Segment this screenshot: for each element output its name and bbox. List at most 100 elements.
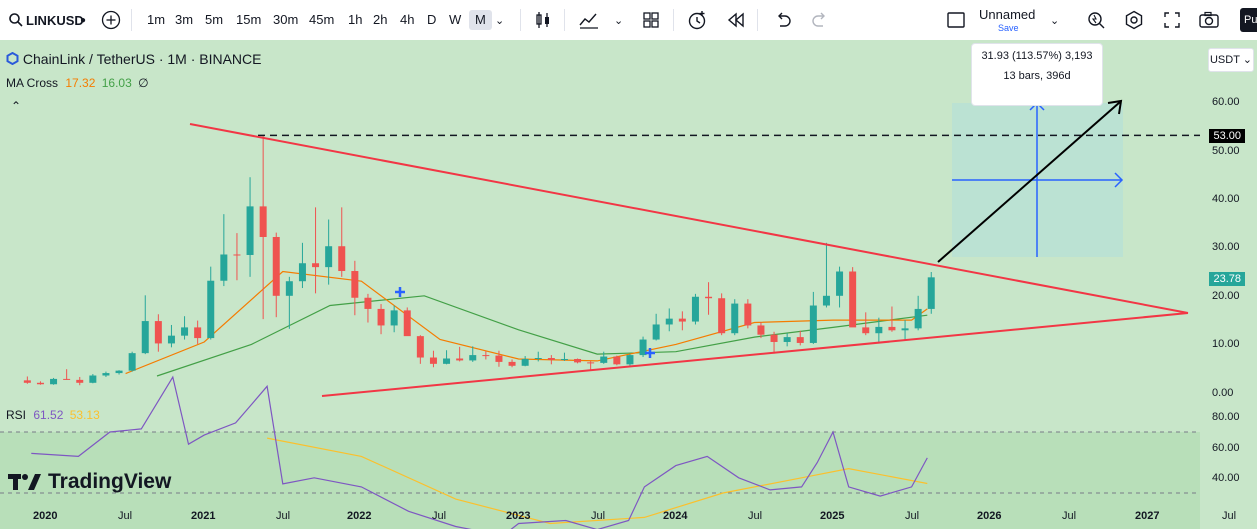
candle-body: [626, 355, 634, 365]
candle-body: [36, 382, 44, 385]
candle-body: [246, 206, 254, 255]
currency-selector[interactable]: USDT ⌄: [1208, 48, 1254, 72]
price-tick: 50.00: [1212, 145, 1240, 157]
time-label: 2025: [820, 510, 845, 522]
search-icon[interactable]: [4, 8, 28, 32]
interval-3m[interactable]: 3m: [172, 10, 196, 30]
indicators-icon[interactable]: [577, 8, 601, 32]
candle-body: [508, 361, 516, 366]
interval-m[interactable]: M: [469, 10, 492, 30]
time-label: Jul: [1062, 510, 1077, 522]
symbol-menu-icon[interactable]: ●: [80, 0, 86, 40]
undo-icon[interactable]: [771, 8, 795, 32]
candle-body: [312, 263, 320, 268]
interval-w[interactable]: W: [446, 10, 464, 30]
interval-1h[interactable]: 1h: [345, 10, 365, 30]
price-tick: 20.00: [1212, 290, 1240, 302]
ma-fast-value: 17.32: [65, 76, 96, 90]
publish-button[interactable]: Pu: [1240, 8, 1257, 32]
rsi-legend[interactable]: RSI 61.52 53.13: [6, 408, 100, 422]
ma-cross-legend[interactable]: MA Cross 17.32 16.03 ∅: [6, 76, 149, 90]
candle-body: [115, 370, 123, 374]
candle-body: [731, 303, 739, 334]
interval-d[interactable]: D: [424, 10, 439, 30]
candle-body: [652, 324, 660, 340]
layouts-grid-icon[interactable]: [639, 8, 663, 32]
alert-clock-icon[interactable]: [685, 8, 709, 32]
redo-icon[interactable]: [808, 8, 832, 32]
price-chart[interactable]: [0, 40, 1257, 529]
candle-body: [744, 303, 752, 326]
candle-body: [927, 277, 935, 309]
price-tick: 40.00: [1212, 193, 1240, 205]
separator: [131, 9, 132, 31]
quick-search-icon[interactable]: [1084, 8, 1108, 32]
save-link[interactable]: Save: [998, 23, 1019, 33]
candle-body: [757, 325, 765, 335]
candle-body: [691, 296, 699, 322]
interval-2h[interactable]: 2h: [370, 10, 390, 30]
price-tick: 60.00: [1212, 96, 1240, 108]
chevron-down-icon[interactable]: ⌄: [1050, 0, 1059, 40]
replay-icon[interactable]: [724, 8, 748, 32]
candle-body: [377, 308, 385, 326]
candle-body: [574, 358, 582, 363]
price-tick: 0.00: [1212, 387, 1234, 399]
candle-body: [534, 358, 542, 360]
add-symbol-icon[interactable]: [99, 8, 123, 32]
layout-square-icon[interactable]: [944, 8, 968, 32]
interval-1m[interactable]: 1m: [144, 10, 168, 30]
rsi-ma-value: 53.13: [69, 408, 100, 422]
time-label: Jul: [276, 510, 291, 522]
candle-body: [836, 271, 844, 296]
interval-15m[interactable]: 15m: [233, 10, 264, 30]
candle-body: [285, 281, 293, 296]
time-label: 2024: [663, 510, 688, 522]
projection-box[interactable]: [952, 101, 1124, 257]
time-label: 2023: [506, 510, 531, 522]
interval-45m[interactable]: 45m: [306, 10, 337, 30]
price-tick: 10.00: [1212, 338, 1240, 350]
measure-change: 31.93 (113.57%) 3,193: [981, 50, 1093, 62]
candle-body: [338, 246, 346, 272]
candle-body: [456, 358, 464, 361]
candle-body: [220, 254, 228, 281]
time-label: Jul: [905, 510, 920, 522]
interval-4h[interactable]: 4h: [397, 10, 417, 30]
level-price-label: 53.00: [1209, 129, 1245, 143]
top-toolbar: LINKUSD ● 1m 3m 5m 15m 30m 45m 1h 2h 4h …: [0, 0, 1257, 41]
tradingview-logo-icon: [8, 474, 41, 490]
candle-body: [901, 328, 909, 331]
interval-5m[interactable]: 5m: [202, 10, 226, 30]
candle-body: [665, 318, 673, 325]
chevron-down-icon[interactable]: ⌄: [614, 0, 623, 40]
layout-name[interactable]: Unnamed: [979, 7, 1035, 22]
settings-gear-icon[interactable]: [1122, 8, 1146, 32]
rsi-tick: 60.00: [1212, 442, 1240, 454]
rsi-label: RSI: [6, 408, 27, 422]
symbol-name[interactable]: LINKUSD: [26, 0, 84, 40]
candle-body: [207, 280, 215, 339]
candle-body: [849, 271, 857, 328]
time-label: Jul: [118, 510, 133, 522]
candle-style-icon[interactable]: [531, 8, 555, 32]
candle-body: [23, 380, 31, 383]
candle-body: [403, 310, 411, 337]
chevron-down-icon[interactable]: ⌄: [495, 0, 504, 40]
candle-body: [678, 318, 686, 322]
ma-slow-value: 16.03: [101, 76, 132, 90]
candle-body: [141, 321, 149, 354]
candle-body: [600, 356, 608, 363]
camera-icon[interactable]: [1197, 8, 1221, 32]
candle-body: [390, 310, 398, 326]
time-label: 2027: [1135, 510, 1160, 522]
fullscreen-icon[interactable]: [1160, 8, 1184, 32]
chart-legend-title: ChainLink / TetherUS · 1M · BINANCE: [6, 51, 262, 67]
separator: [757, 9, 758, 31]
tradingview-logo[interactable]: TradingView: [8, 470, 171, 494]
candle-body: [364, 297, 372, 309]
interval-30m[interactable]: 30m: [270, 10, 301, 30]
collapse-legend-icon[interactable]: ⌃: [11, 99, 21, 113]
candle-body: [783, 337, 791, 342]
rsi-value: 61.52: [33, 408, 64, 422]
